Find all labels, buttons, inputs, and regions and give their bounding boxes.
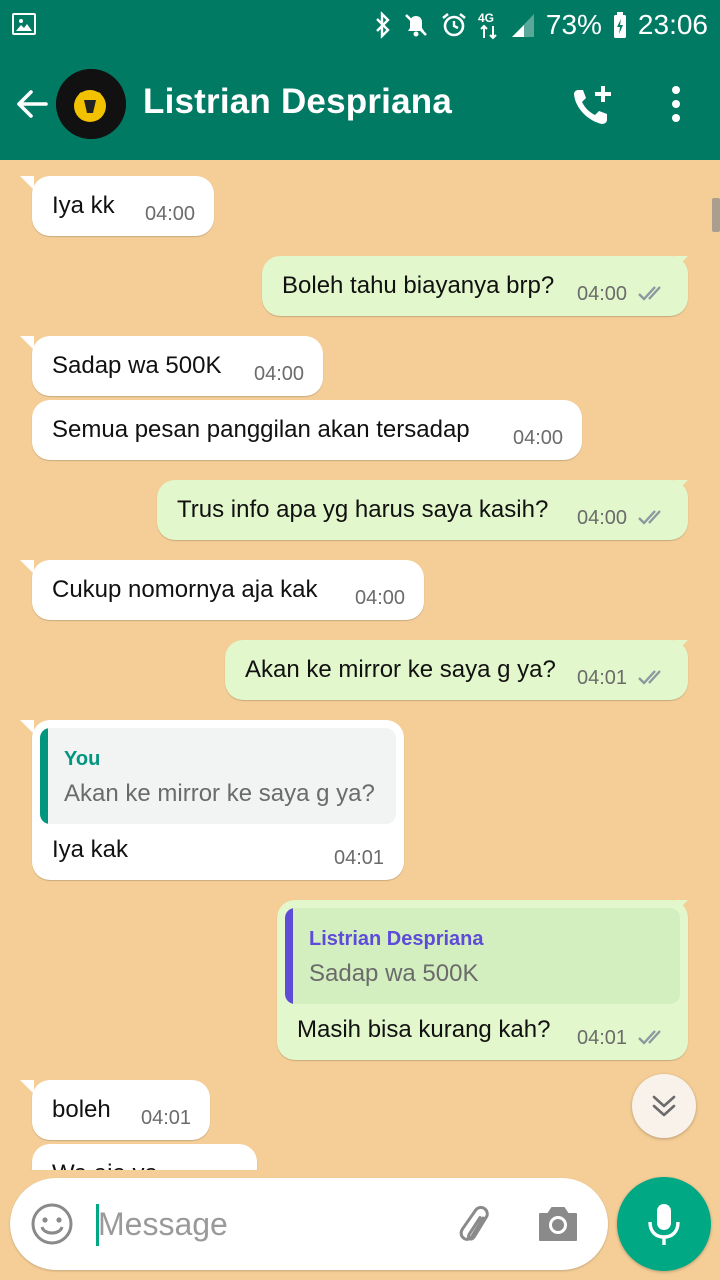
- signal-icon: [511, 14, 534, 37]
- double-check-icon: [638, 510, 661, 525]
- quote-author: Listrian Despriana: [309, 928, 484, 950]
- message-text: Cukup nomornya aja kak: [52, 576, 318, 603]
- quote-text: Akan ke mirror ke saya g ya?: [64, 780, 375, 807]
- alarm-icon: [442, 12, 466, 37]
- avatar[interactable]: [56, 69, 126, 139]
- message-outgoing-reply[interactable]: Listrian Despriana Sadap wa 500K Masih b…: [277, 900, 688, 1060]
- message-text: Semua pesan panggilan akan tersadap: [52, 416, 470, 443]
- status-time: 23:06: [637, 9, 708, 40]
- battery-percent: 73%: [545, 9, 602, 40]
- message-text: boleh: [52, 1096, 111, 1123]
- mic-icon: [648, 1204, 680, 1245]
- chevron-double-down-icon: [652, 1095, 676, 1117]
- quote-bar: [40, 728, 48, 824]
- message-composer: [10, 1178, 608, 1270]
- network-4g-icon: 4G: [478, 11, 497, 40]
- more-vert-icon[interactable]: [664, 84, 688, 124]
- quote-author: You: [64, 748, 101, 770]
- status-bar: 4G 73% 23:06: [0, 0, 720, 50]
- chat-area[interactable]: Iya kk 04:00 Boleh tahu biayanya brp? 04…: [0, 160, 720, 1170]
- chat-header: Listrian Despriana: [0, 50, 720, 160]
- message-incoming[interactable]: boleh 04:01: [32, 1080, 210, 1140]
- quote-text: Sadap wa 500K: [309, 960, 479, 987]
- message-input[interactable]: [98, 1200, 428, 1248]
- message-time: 04:00: [355, 587, 406, 609]
- contact-name[interactable]: Listrian Despriana: [143, 82, 452, 122]
- message-text: Trus info apa yg harus saya kasih?: [177, 496, 549, 523]
- double-check-icon: [638, 286, 661, 301]
- message-outgoing[interactable]: Akan ke mirror ke saya g ya? 04:01: [225, 640, 688, 700]
- message-time: 04:00: [513, 427, 564, 449]
- voice-record-button[interactable]: [617, 1177, 711, 1271]
- message-time: 04:00: [145, 203, 196, 225]
- message-incoming[interactable]: Sadap wa 500K 04:00: [32, 336, 323, 396]
- battery-icon: [613, 12, 626, 38]
- message-time: 04:00: [254, 363, 305, 385]
- message-time: 04:01: [334, 847, 385, 869]
- message-time: 04:01: [577, 667, 628, 689]
- message-text: Iya kak: [52, 836, 129, 863]
- mute-icon: [404, 14, 427, 37]
- emoji-icon[interactable]: [30, 1202, 74, 1246]
- message-incoming-reply[interactable]: You Akan ke mirror ke saya g ya? Iya kak…: [32, 720, 404, 880]
- message-outgoing[interactable]: Boleh tahu biayanya brp? 04:00: [262, 256, 688, 316]
- svg-text:4G: 4G: [478, 11, 494, 25]
- scroll-to-bottom-button[interactable]: [632, 1074, 696, 1138]
- message-time: 04:00: [577, 507, 628, 529]
- message-text: Masih bisa kurang kah?: [297, 1016, 551, 1043]
- camera-icon[interactable]: [536, 1204, 580, 1244]
- message-text: Akan ke mirror ke saya g ya?: [245, 656, 556, 683]
- add-call-icon[interactable]: [570, 84, 614, 128]
- message-incoming[interactable]: Iya kk 04:00: [32, 176, 214, 236]
- message-text: Wa aja ya: [52, 1160, 158, 1170]
- message-text: Sadap wa 500K: [52, 352, 222, 379]
- bluetooth-icon: [376, 11, 390, 39]
- scrollbar-thumb[interactable]: [712, 198, 720, 232]
- message-incoming[interactable]: Cukup nomornya aja kak 04:00: [32, 560, 424, 620]
- quoted-message[interactable]: Listrian Despriana Sadap wa 500K: [285, 908, 680, 1004]
- message-incoming[interactable]: Wa aja ya: [32, 1144, 257, 1170]
- quote-bar: [285, 908, 293, 1004]
- attach-icon[interactable]: [450, 1202, 494, 1246]
- double-check-icon: [638, 670, 661, 685]
- message-time: 04:01: [141, 1107, 192, 1129]
- message-time: 04:00: [577, 283, 628, 305]
- message-outgoing[interactable]: Trus info apa yg harus saya kasih? 04:00: [157, 480, 688, 540]
- double-check-icon: [638, 1030, 661, 1045]
- message-incoming[interactable]: Semua pesan panggilan akan tersadap 04:0…: [32, 400, 582, 460]
- quoted-message[interactable]: You Akan ke mirror ke saya g ya?: [40, 728, 396, 824]
- message-time: 04:01: [577, 1027, 628, 1049]
- message-text: Boleh tahu biayanya brp?: [282, 272, 555, 299]
- back-arrow-icon[interactable]: [14, 86, 50, 122]
- message-text: Iya kk: [52, 192, 115, 219]
- gallery-icon: [12, 13, 36, 35]
